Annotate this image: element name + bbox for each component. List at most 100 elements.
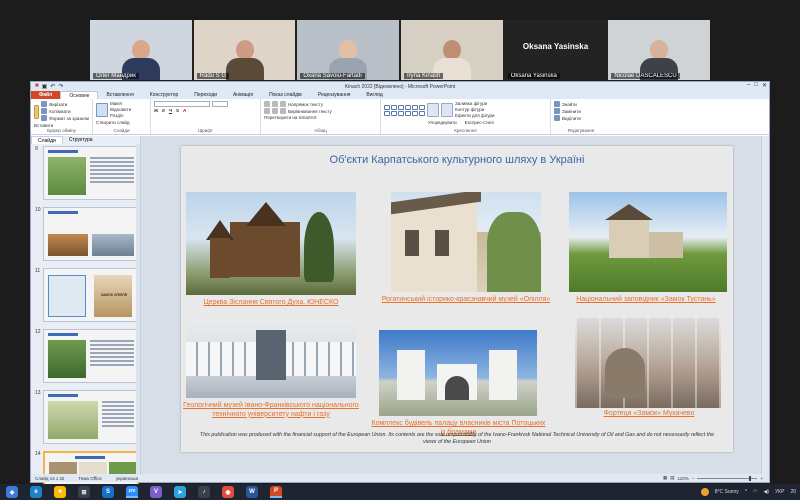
copy-button[interactable]: Копіювати <box>49 109 70 114</box>
store-icon[interactable]: ⊞ <box>78 486 90 498</box>
caption-wooden-church[interactable]: Церква Зіслання Святого Духа. ЮНЕСКО <box>186 299 356 308</box>
language-indicator[interactable]: українська <box>116 476 138 481</box>
skype-icon[interactable]: S <box>102 486 114 498</box>
slide-title[interactable]: Об'єкти Карпатського культурного шляху в… <box>181 154 733 166</box>
editor-scrollbar[interactable] <box>761 136 769 474</box>
strikethrough-icon[interactable]: S <box>176 108 179 113</box>
tab-slideshow[interactable]: Показ слайдів <box>261 91 310 99</box>
zoom-in-icon[interactable]: + <box>760 476 763 481</box>
chevron-up-icon[interactable]: ^ <box>745 489 747 495</box>
edge-icon[interactable]: e <box>30 486 42 498</box>
find-icon[interactable] <box>554 101 560 107</box>
slide-thumbnail[interactable]: 13 <box>31 388 140 449</box>
new-slide-icon[interactable] <box>96 103 108 117</box>
tab-animations[interactable]: Анімація <box>225 91 261 99</box>
slide-thumbnail[interactable]: 11 ЗАМОК ОПІЛЛЯ <box>31 266 140 327</box>
view-sorter-icon[interactable]: ▤ <box>670 475 674 481</box>
telegram-icon[interactable]: ➤ <box>174 486 186 498</box>
viber-icon[interactable]: V <box>150 486 162 498</box>
bold-icon[interactable]: Ж <box>154 108 158 113</box>
format-painter-icon[interactable] <box>41 115 48 121</box>
media-icon[interactable]: ♪ <box>198 486 210 498</box>
input-language[interactable]: УКР <box>775 489 784 495</box>
paste-icon[interactable] <box>34 104 40 119</box>
copy-icon[interactable] <box>41 108 48 114</box>
zoom-out-icon[interactable]: − <box>692 476 695 481</box>
photo-rohatyn-museum[interactable] <box>391 192 541 292</box>
quick-styles-button[interactable]: Експрес-стилі <box>465 120 494 125</box>
font-size-select[interactable] <box>212 101 228 107</box>
select-button[interactable]: Виділити <box>562 116 581 121</box>
cut-button[interactable]: Вирізати <box>49 102 67 107</box>
select-icon[interactable] <box>554 115 560 121</box>
participant-tile[interactable]: Nicolae DASCALESCU <box>608 20 711 80</box>
layout-button[interactable]: Макет <box>110 101 123 106</box>
photo-mukachevo-fortress[interactable] <box>575 318 721 408</box>
maximize-icon[interactable]: □ <box>754 82 758 89</box>
view-normal-icon[interactable]: ▦ <box>663 475 667 481</box>
shape-effects-button[interactable]: Ефекти для фігури <box>455 113 495 118</box>
photo-wooden-church[interactable] <box>186 192 356 295</box>
tab-view[interactable]: Вигляд <box>358 91 390 99</box>
shapes-gallery[interactable] <box>384 104 425 116</box>
text-direction-button[interactable]: Напрямок тексту <box>288 102 323 107</box>
minimize-icon[interactable]: – <box>747 82 750 89</box>
chrome-icon[interactable]: ◉ <box>222 486 234 498</box>
caption-mukachevo-fortress[interactable]: Фортеця «Замок» Мукачево <box>569 410 729 419</box>
participant-tile[interactable]: Iryna Kinash <box>401 20 503 80</box>
reset-button[interactable]: Відновити <box>110 107 131 112</box>
format-painter-button[interactable]: Формат за зразком <box>49 116 89 121</box>
participant-tile-active-speaker[interactable]: Oxana Savoiu-Fartadi <box>297 20 400 80</box>
file-explorer-icon[interactable]: ■ <box>54 486 66 498</box>
weather-text[interactable]: 8°C Sunny <box>715 489 739 495</box>
photo-geological-museum[interactable] <box>186 320 356 398</box>
cut-icon[interactable] <box>41 101 48 107</box>
italic-icon[interactable]: К <box>162 108 165 113</box>
arrange-button[interactable]: Упорядкувати <box>428 120 457 125</box>
font-name-select[interactable] <box>154 101 210 107</box>
new-slide-button[interactable]: Створити слайд <box>96 120 130 125</box>
tab-file[interactable]: Файл <box>31 91 61 99</box>
slide-thumbnail[interactable]: 12 <box>31 327 140 388</box>
caption-rohatyn-museum[interactable]: Рогатинський історико-краєзнавчий музей … <box>381 296 551 305</box>
panel-scrollbar[interactable] <box>136 144 140 474</box>
shape-outline-button[interactable]: Контур фігури <box>455 107 484 112</box>
participant-tile[interactable]: Олег Мандрик <box>90 20 192 80</box>
zoom-icon[interactable]: zm <box>126 486 138 498</box>
find-button[interactable]: Знайти <box>562 102 577 107</box>
close-icon[interactable]: ✕ <box>762 82 767 89</box>
replace-icon[interactable] <box>554 108 560 114</box>
current-slide[interactable]: Об'єкти Карпатського культурного шляху в… <box>181 146 733 452</box>
zoom-level[interactable]: 110% <box>678 476 689 481</box>
section-button[interactable]: Розділ <box>110 113 123 118</box>
slide-thumbnail[interactable]: 10 <box>31 205 140 266</box>
tab-review[interactable]: Рецензування <box>310 91 359 99</box>
network-icon[interactable]: ◠ <box>753 489 757 495</box>
replace-button[interactable]: Замінити <box>562 109 581 114</box>
zoom-slider[interactable] <box>697 475 758 481</box>
font-color-icon[interactable]: A <box>183 108 186 113</box>
tab-transitions[interactable]: Переходи <box>186 91 225 99</box>
participant-tile[interactable]: Radu S G <box>193 20 296 80</box>
volume-icon[interactable]: ◀) <box>763 489 769 495</box>
tab-insert[interactable]: Вставлення <box>98 91 141 99</box>
photo-potocki-palace[interactable] <box>379 330 537 416</box>
clock[interactable]: 20 <box>790 489 796 495</box>
convert-smartart-button[interactable]: Перетворити на SmartArt <box>264 115 316 120</box>
tab-slides[interactable]: Слайди <box>31 136 63 144</box>
eu-disclaimer[interactable]: This publication was produced with the f… <box>199 432 715 446</box>
caption-tustan-reserve[interactable]: Національний заповідник «Замок Тустань» <box>561 296 731 305</box>
tab-outline[interactable]: Структура <box>63 136 99 144</box>
start-icon[interactable]: ◆ <box>6 486 18 498</box>
tab-design[interactable]: Конструктор <box>142 91 187 99</box>
caption-geological-museum[interactable]: Геологічний музей Івано-Франківського на… <box>176 402 366 420</box>
participant-tile-camera-off[interactable]: Oksana Yasinska Oksana Yasinska <box>504 20 607 80</box>
shape-fill-button[interactable]: Заливка фігури <box>455 101 487 106</box>
align-text-button[interactable]: Вирівнювання тексту <box>288 109 332 114</box>
tab-home[interactable]: Основне <box>60 91 99 99</box>
slide-thumbnail[interactable]: 9 <box>31 144 140 205</box>
underline-icon[interactable]: Ч <box>169 108 172 113</box>
arrange-icon[interactable] <box>427 103 439 117</box>
word-icon[interactable]: W <box>246 486 258 498</box>
photo-tustan-reserve[interactable] <box>569 192 727 292</box>
